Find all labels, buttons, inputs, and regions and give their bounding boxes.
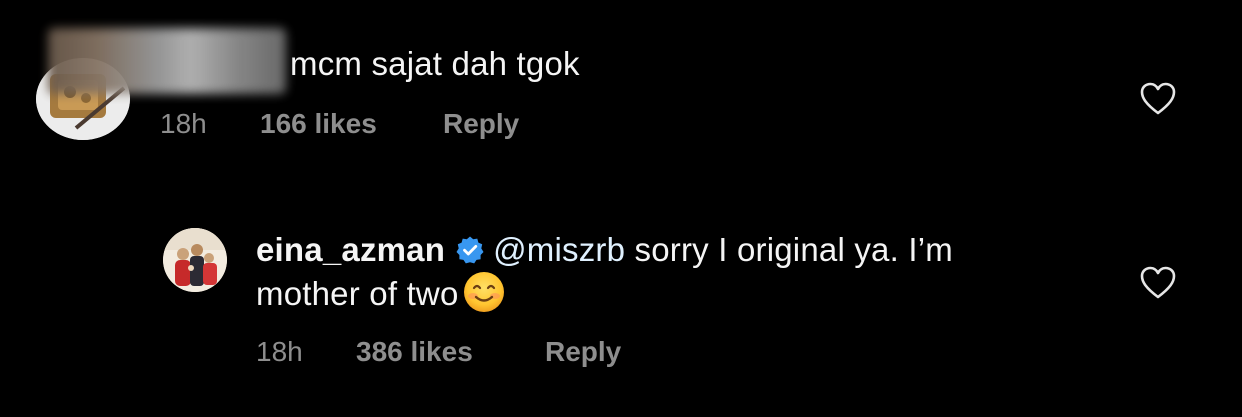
avatar[interactable] [163, 228, 227, 292]
mention-link[interactable]: @miszrb [493, 231, 625, 268]
likes-count[interactable]: 386 likes [356, 336, 473, 368]
timestamp: 18h [256, 336, 303, 367]
comment-2: eina_azman @miszrb sorry I original ya. … [0, 0, 1242, 417]
comment-text: sorry I original ya. I’m [625, 231, 953, 268]
reply-button[interactable]: Reply [545, 336, 621, 368]
comment-meta: 18h 386 likes Reply [0, 336, 700, 370]
smiling-face-emoji [463, 271, 505, 313]
comment-text-continued: mother of two [256, 275, 459, 312]
comment-text-line-1: eina_azman @miszrb sorry I original ya. … [256, 228, 953, 276]
verified-badge-icon [455, 232, 485, 276]
avatar-image [163, 228, 227, 292]
username[interactable]: eina_azman [256, 231, 445, 268]
comment-text-line-2: mother of two [256, 271, 505, 316]
heart-icon[interactable] [1140, 266, 1176, 300]
